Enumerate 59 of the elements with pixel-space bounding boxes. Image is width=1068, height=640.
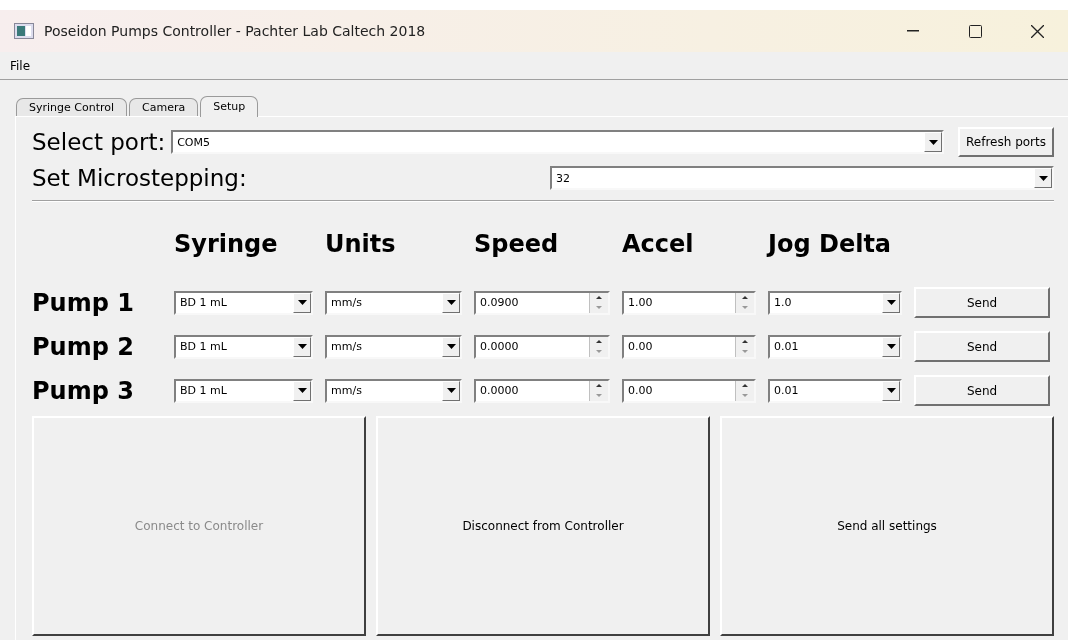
units-dropdown[interactable]: mm/s xyxy=(325,378,462,403)
dropdown-arrow-icon xyxy=(928,139,938,145)
microstepping-label: Set Microstepping: xyxy=(32,165,248,191)
dropdown-arrow-icon xyxy=(446,388,456,393)
refresh-ports-button[interactable]: Refresh ports xyxy=(958,127,1054,157)
app-icon xyxy=(14,23,34,39)
send-button[interactable]: Send xyxy=(914,375,1050,406)
send-button[interactable]: Send xyxy=(914,287,1050,318)
column-header: Speed xyxy=(474,230,560,258)
action-button[interactable]: Disconnect from Controller xyxy=(376,416,710,636)
action-button[interactable]: Send all settings xyxy=(720,416,1054,636)
spin-buttons[interactable] xyxy=(589,336,608,357)
menu-item[interactable]: File xyxy=(0,58,41,73)
spin-buttons[interactable] xyxy=(735,292,754,313)
column-header: Jog Delta xyxy=(768,230,893,258)
jog-delta-dropdown[interactable]: 0.01 xyxy=(768,334,902,359)
dropdown-arrow-icon xyxy=(297,344,307,349)
tab[interactable]: Setup xyxy=(200,96,259,117)
port-dropdown[interactable]: COM5 xyxy=(171,130,944,154)
dropdown-arrow-icon xyxy=(446,344,456,349)
spin-box[interactable]: 0.0900 xyxy=(474,290,610,315)
column-header: Syringe xyxy=(174,230,279,258)
spin-buttons[interactable] xyxy=(589,292,608,313)
spin-box[interactable]: 1.00 xyxy=(622,290,756,315)
spin-box[interactable]: 0.0000 xyxy=(474,378,610,403)
spin-box[interactable]: 0.00 xyxy=(622,378,756,403)
dropdown-arrow-icon xyxy=(886,388,896,393)
pump-label: Pump 3 xyxy=(32,376,135,405)
minimize-icon xyxy=(907,30,919,32)
dropdown-arrow-icon xyxy=(297,300,307,305)
syringe-dropdown[interactable]: BD 1 mL xyxy=(174,334,313,359)
send-button[interactable]: Send xyxy=(914,331,1050,362)
port-label: Select port: xyxy=(32,129,166,155)
jog-delta-dropdown[interactable]: 1.0 xyxy=(768,290,902,315)
close-icon xyxy=(1030,24,1044,38)
syringe-dropdown[interactable]: BD 1 mL xyxy=(174,290,313,315)
spin-buttons[interactable] xyxy=(735,380,754,401)
microstepping-dropdown[interactable]: 32 xyxy=(550,166,1054,190)
maximize-icon xyxy=(968,24,982,38)
units-dropdown[interactable]: mm/s xyxy=(325,334,462,359)
dropdown-arrow-icon xyxy=(297,388,307,393)
syringe-dropdown[interactable]: BD 1 mL xyxy=(174,378,313,403)
dropdown-arrow-icon xyxy=(1038,175,1048,181)
spin-buttons[interactable] xyxy=(735,336,754,357)
units-dropdown[interactable]: mm/s xyxy=(325,290,462,315)
dropdown-arrow-icon xyxy=(886,300,896,305)
spin-buttons[interactable] xyxy=(589,380,608,401)
dropdown-arrow-icon xyxy=(446,300,456,305)
spin-box[interactable]: 0.0000 xyxy=(474,334,610,359)
tab[interactable]: Syringe Control xyxy=(16,98,128,116)
window-title: Poseidon Pumps Controller - Pachter Lab Caltech 2018 xyxy=(44,23,427,39)
dropdown-arrow-icon xyxy=(886,344,896,349)
pump-label: Pump 2 xyxy=(32,332,135,361)
jog-delta-dropdown[interactable]: 0.01 xyxy=(768,378,902,403)
column-header: Units xyxy=(325,230,397,258)
column-header: Accel xyxy=(622,230,695,258)
spin-box[interactable]: 0.00 xyxy=(622,334,756,359)
pump-label: Pump 1 xyxy=(32,288,135,317)
tab[interactable]: Camera xyxy=(129,98,199,116)
